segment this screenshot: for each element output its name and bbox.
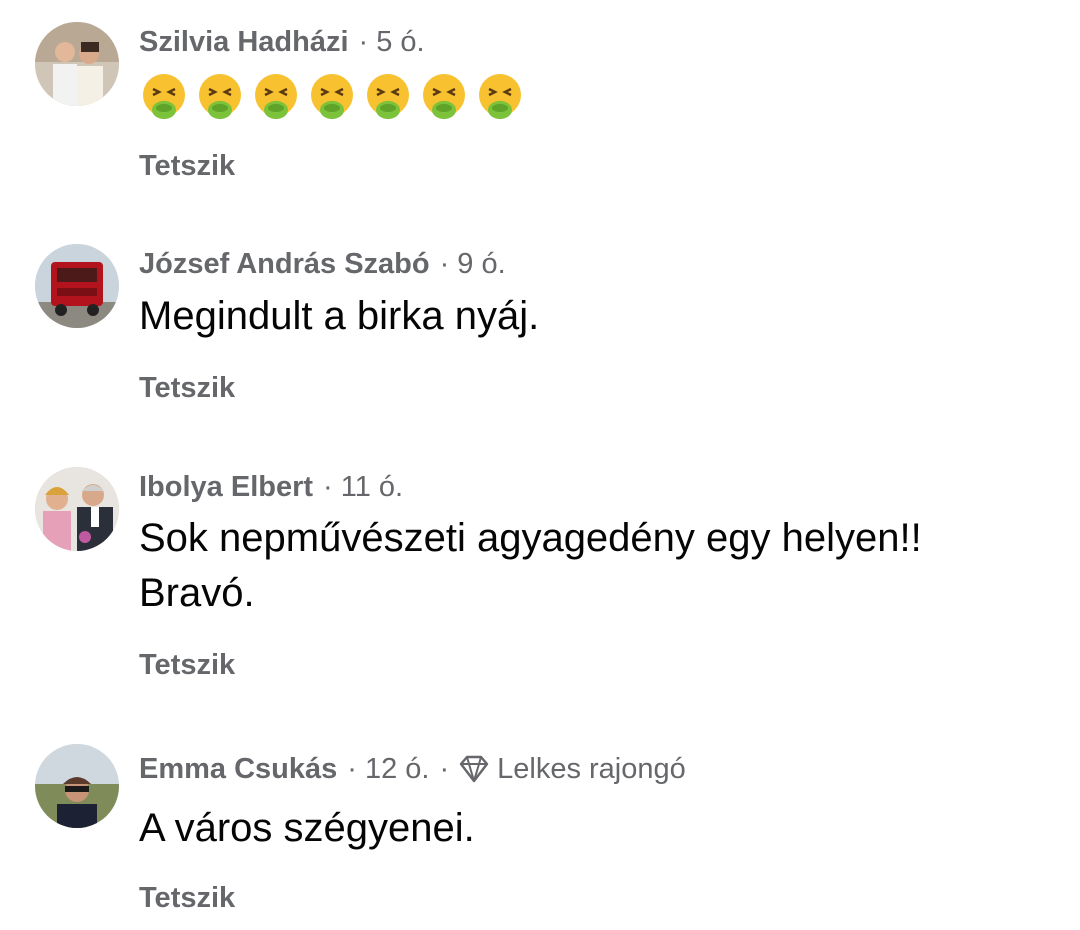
author-name[interactable]: Emma Csukás (139, 753, 337, 786)
like-button[interactable]: Tetszik (139, 882, 235, 915)
comment-time[interactable]: 12 ó. (365, 753, 430, 786)
comment-time[interactable]: 5 ó. (376, 26, 424, 59)
comment-time[interactable]: 9 ó. (457, 248, 505, 281)
like-button[interactable]: Tetszik (139, 150, 235, 183)
comment-text-line: Sok nepművészeti agyagedény egy helyen!! (139, 516, 922, 560)
comment-time[interactable]: 11 ó. (341, 471, 403, 504)
like-button[interactable]: Tetszik (139, 649, 235, 682)
nauseated-face-icon (143, 74, 185, 119)
author-name[interactable]: József András Szabó (139, 248, 430, 281)
comment-meta: Ibolya Elbert · 11 ó. (139, 467, 403, 507)
avatar[interactable] (35, 744, 119, 828)
nauseated-face-icon (255, 74, 297, 119)
author-name[interactable]: Szilvia Hadházi (139, 26, 349, 59)
comment-text-line: Bravó. (139, 571, 255, 615)
comment-text: A város szégyenei. (139, 806, 475, 850)
avatar[interactable] (35, 22, 119, 106)
nauseated-face-icon (367, 74, 409, 119)
author-name[interactable]: Ibolya Elbert (139, 471, 313, 504)
like-button[interactable]: Tetszik (139, 372, 235, 405)
comment-meta: Emma Csukás · 12 ó. · Lelkes rajongó (139, 749, 686, 789)
nauseated-face-icon (423, 74, 465, 119)
emoji-row (139, 72, 525, 122)
comment-text: Sok nepművészeti agyagedény egy helyen!!… (139, 511, 1049, 621)
nauseated-face-icon (479, 74, 521, 119)
separator: · (358, 25, 369, 58)
badge-label: Lelkes rajongó (497, 752, 686, 785)
fan-badge[interactable]: Lelkes rajongó (457, 753, 686, 786)
separator: · (323, 470, 333, 503)
nauseated-face-icon (199, 74, 241, 119)
separator: · (439, 752, 450, 785)
separator: · (439, 247, 450, 280)
nauseated-face-icon (311, 74, 353, 119)
comment-text: Megindult a birka nyáj. (139, 294, 540, 338)
separator: · (347, 752, 357, 785)
diamond-icon (459, 755, 489, 783)
comment-meta: Szilvia Hadházi · 5 ó. (139, 22, 425, 62)
avatar[interactable] (35, 244, 119, 328)
avatar[interactable] (35, 467, 119, 551)
comment-meta: József András Szabó · 9 ó. (139, 244, 506, 284)
